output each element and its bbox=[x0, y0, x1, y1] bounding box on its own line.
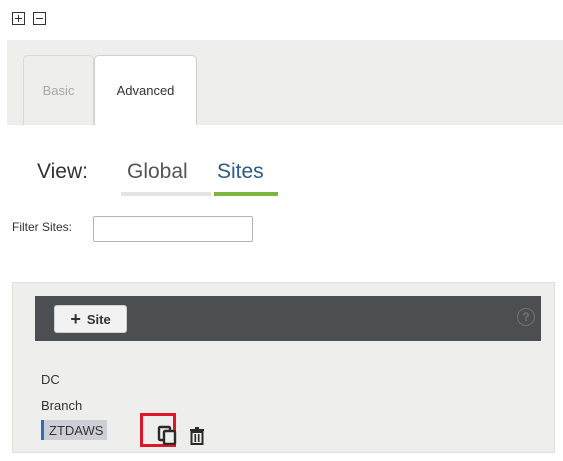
filter-sites-input[interactable] bbox=[93, 216, 253, 242]
sites-panel-header: + Site ? bbox=[35, 296, 541, 341]
site-item-branch[interactable]: Branch bbox=[41, 398, 82, 413]
expand-all-icon[interactable] bbox=[12, 12, 25, 25]
sites-panel: + Site ? DC Branch ZTDAWS bbox=[12, 282, 555, 453]
view-option-global[interactable]: Global bbox=[127, 160, 188, 184]
site-item-dc[interactable]: DC bbox=[41, 372, 60, 387]
tree-toggle-group bbox=[12, 12, 46, 25]
add-site-label: Site bbox=[86, 311, 111, 327]
page-root: Basic Advanced View: Global Sites Filter… bbox=[0, 0, 563, 461]
site-item-ztdaws-label: ZTDAWS bbox=[49, 422, 104, 438]
trash-icon[interactable] bbox=[190, 427, 204, 445]
tab-bar: Basic Advanced bbox=[7, 40, 563, 125]
add-site-button[interactable]: + Site bbox=[54, 305, 127, 333]
help-icon[interactable]: ? bbox=[517, 308, 535, 326]
view-sites-underline bbox=[214, 192, 278, 196]
copy-icon[interactable] bbox=[157, 425, 177, 445]
site-item-ztdaws[interactable]: ZTDAWS bbox=[41, 420, 108, 440]
view-label: View: bbox=[37, 160, 88, 183]
filter-sites-label: Filter Sites: bbox=[12, 220, 73, 234]
view-global-underline bbox=[121, 192, 211, 196]
view-option-sites[interactable]: Sites bbox=[217, 160, 264, 184]
tab-basic[interactable]: Basic bbox=[23, 55, 94, 125]
plus-icon: + bbox=[70, 309, 81, 329]
collapse-all-icon[interactable] bbox=[33, 12, 46, 25]
tab-advanced[interactable]: Advanced bbox=[94, 55, 197, 125]
